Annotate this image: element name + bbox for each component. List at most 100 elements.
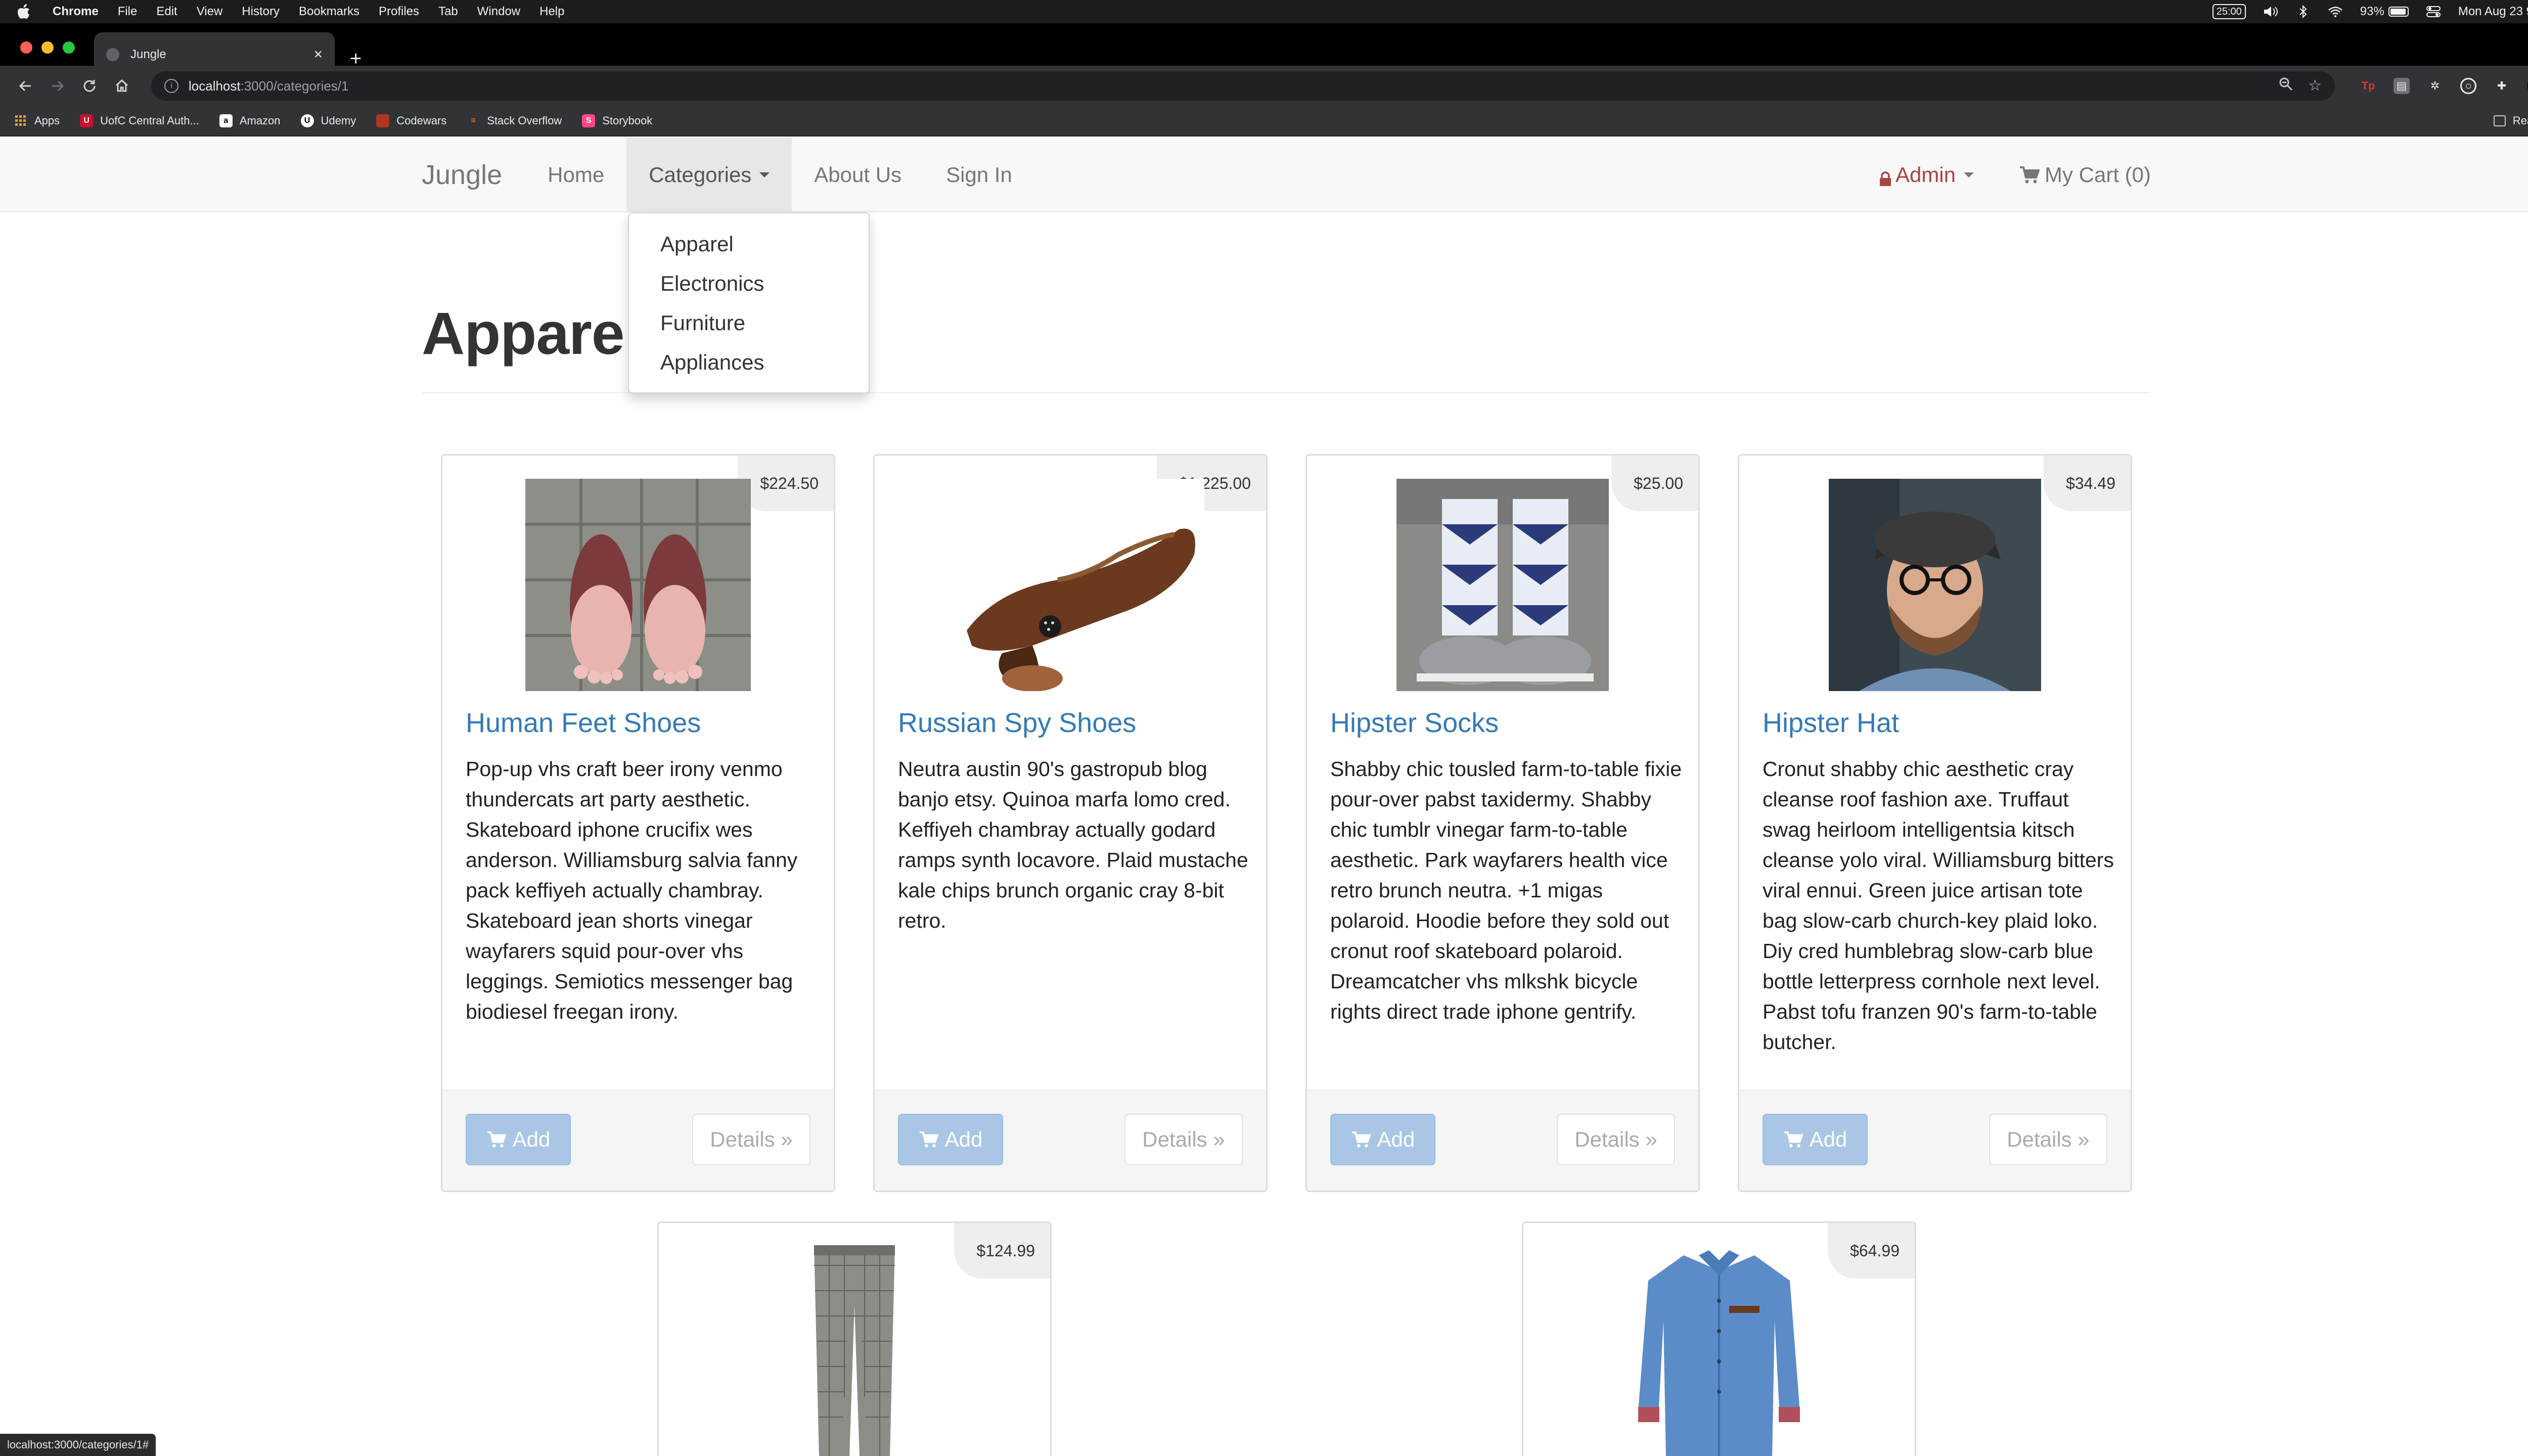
nav-categories-dropdown[interactable]: Categories	[626, 138, 792, 212]
battery-icon	[2388, 7, 2409, 17]
apple-icon[interactable]	[17, 4, 32, 19]
nav-about[interactable]: About Us	[792, 138, 924, 212]
dropdown-item-apparel[interactable]: Apparel	[629, 224, 869, 264]
link-status-bubble: localhost:3000/categories/1#	[0, 1434, 156, 1456]
extension-circle-icon[interactable]: ○	[2460, 78, 2477, 94]
reading-list-icon	[2493, 115, 2506, 126]
menu-file[interactable]: File	[118, 5, 138, 19]
nav-cart[interactable]: My Cart (0)	[1974, 138, 2151, 212]
bookmark-apps[interactable]: Apps	[14, 114, 60, 127]
zoom-icon[interactable]	[2279, 77, 2293, 95]
browser-toolbar: i localhost:3000/categories/1 ☆ Tp ▤ ✲ ○…	[0, 66, 2528, 106]
close-window-button[interactable]	[20, 41, 32, 54]
product-price: $224.50	[738, 456, 834, 511]
bookmark-amazon[interactable]: a Amazon	[219, 114, 281, 127]
battery-status[interactable]: 93%	[2360, 5, 2409, 19]
product-image-human-feet-shoes[interactable]	[525, 479, 751, 691]
storybook-logo-icon: S	[582, 114, 596, 127]
wifi-icon[interactable]	[2328, 5, 2343, 18]
minimize-window-button[interactable]	[41, 41, 54, 54]
bookmark-storybook[interactable]: S Storybook	[582, 114, 652, 127]
add-button-label: Add	[512, 1127, 551, 1151]
control-center-icon[interactable]	[2426, 5, 2441, 18]
amazon-logo-icon: a	[219, 114, 233, 127]
bookmark-star-icon[interactable]: ☆	[2308, 77, 2322, 95]
clock[interactable]: Mon Aug 23 9:17 PM	[2458, 5, 2528, 19]
product-image-hipster-socks[interactable]	[1396, 479, 1609, 691]
add-button-label: Add	[1809, 1127, 1847, 1151]
bookmark-label: Storybook	[602, 114, 653, 127]
bluetooth-icon[interactable]	[2295, 5, 2311, 18]
tab-title: Jungle	[130, 48, 166, 61]
dropdown-item-furniture[interactable]: Furniture	[629, 303, 869, 343]
menu-tab[interactable]: Tab	[438, 5, 458, 19]
details-button[interactable]: Details »	[1124, 1114, 1243, 1165]
details-button[interactable]: Details »	[1557, 1114, 1675, 1165]
bookmark-codewars[interactable]: Codewars	[376, 114, 446, 127]
extension-tp-icon[interactable]: Tp	[2360, 78, 2376, 94]
product-card: $224.50 Human Feet Shoes Pop-up vhs craf…	[441, 454, 835, 1192]
menu-chrome[interactable]: Chrome	[53, 5, 99, 19]
product-name-link[interactable]: Russian Spy Shoes	[898, 707, 1136, 739]
extensions-area: Tp ▤ ✲ ○ ✚ • ⋮	[2360, 78, 2528, 94]
uofc-crest-icon: U	[80, 114, 94, 127]
product-price: $124.99	[954, 1223, 1050, 1279]
pomodoro-timer[interactable]: 25:00	[2212, 4, 2246, 19]
lock-icon	[1879, 167, 1891, 186]
nav-cart-label: My Cart (0)	[2045, 163, 2151, 187]
back-button[interactable]	[12, 73, 38, 99]
add-to-cart-button[interactable]: Add	[1763, 1114, 1868, 1165]
macos-menu-bar: Chrome File Edit View History Bookmarks …	[0, 0, 2528, 23]
bookmark-stack-overflow[interactable]: ≡ Stack Overflow	[467, 114, 562, 127]
zoom-window-button[interactable]	[63, 41, 75, 54]
reading-list-button[interactable]: Reading List	[2493, 114, 2528, 127]
tab-close-icon[interactable]: ×	[313, 46, 323, 63]
udemy-logo-icon: U	[300, 114, 314, 127]
reload-button[interactable]	[77, 73, 103, 99]
product-name-link[interactable]: Hipster Socks	[1330, 707, 1499, 739]
dropdown-item-appliances[interactable]: Appliances	[629, 343, 869, 382]
battery-percent: 93%	[2360, 5, 2384, 18]
add-to-cart-button[interactable]: Add	[1330, 1114, 1435, 1165]
extension-grey-icon[interactable]: ▤	[2394, 78, 2410, 94]
menu-view[interactable]: View	[197, 5, 223, 19]
product-image-hipster-hat[interactable]	[1829, 479, 2041, 691]
details-button[interactable]: Details »	[692, 1114, 810, 1165]
dropdown-item-electronics[interactable]: Electronics	[629, 264, 869, 303]
address-bar[interactable]: i localhost:3000/categories/1 ☆	[151, 71, 2335, 101]
product-name-link[interactable]: Human Feet Shoes	[466, 707, 701, 739]
site-navbar: Jungle Home Categories About Us Sign In …	[0, 138, 2528, 212]
product-image-denim-shirt[interactable]	[1628, 1245, 1810, 1456]
menu-profiles[interactable]: Profiles	[379, 5, 419, 19]
brand-link[interactable]: Jungle	[422, 159, 502, 191]
site-info-icon[interactable]: i	[164, 79, 178, 93]
extension-gear-icon[interactable]: ✲	[2427, 78, 2443, 94]
menu-help[interactable]: Help	[539, 5, 564, 19]
menu-window[interactable]: Window	[477, 5, 520, 19]
bookmark-label: Udemy	[321, 114, 356, 127]
home-button[interactable]	[109, 73, 135, 99]
add-to-cart-button[interactable]: Add	[898, 1114, 1003, 1165]
product-card-footer: Add Details »	[875, 1089, 1266, 1191]
bookmark-uofc[interactable]: U UofC Central Auth...	[80, 114, 199, 127]
nav-admin-dropdown[interactable]: Admin	[1834, 138, 1974, 212]
extensions-puzzle-icon[interactable]: ✚	[2494, 78, 2510, 94]
product-image-pants[interactable]	[794, 1245, 915, 1456]
bookmark-udemy[interactable]: U Udemy	[300, 114, 356, 127]
menu-history[interactable]: History	[242, 5, 280, 19]
nav-sign-in[interactable]: Sign In	[924, 138, 1034, 212]
volume-icon[interactable]	[2263, 5, 2278, 18]
nav-home[interactable]: Home	[525, 138, 626, 212]
details-button[interactable]: Details »	[1989, 1114, 2107, 1165]
product-card: $1,225.00 Russian Spy Shoes Neutra austi…	[873, 454, 1268, 1192]
menu-edit[interactable]: Edit	[156, 5, 177, 19]
product-name-link[interactable]: Hipster Hat	[1763, 707, 1899, 739]
shopping-cart-icon	[1351, 1131, 1371, 1148]
add-to-cart-button[interactable]: Add	[466, 1114, 571, 1165]
menu-bookmarks[interactable]: Bookmarks	[299, 5, 359, 19]
product-image-russian-spy-shoes[interactable]	[936, 479, 1204, 691]
page-title: Apparel	[422, 300, 641, 367]
product-price: $64.99	[1828, 1223, 1915, 1279]
forward-button[interactable]	[44, 73, 71, 99]
product-card: $25.00 Hipster Socks Shabby chic tousled…	[1305, 454, 1700, 1192]
